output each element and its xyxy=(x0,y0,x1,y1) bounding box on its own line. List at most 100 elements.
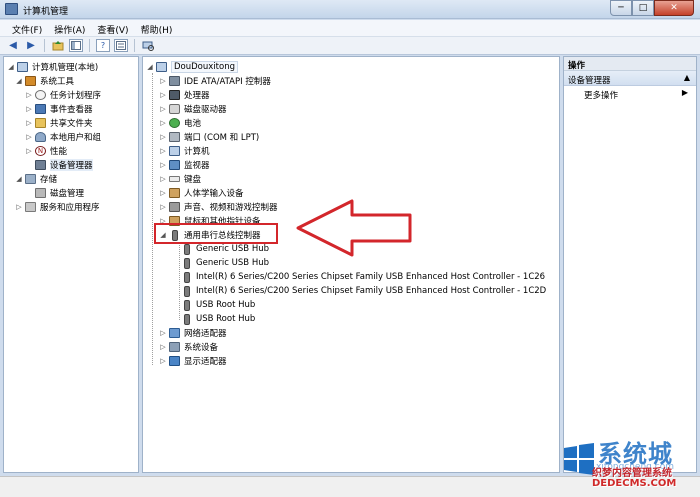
usb-device[interactable]: Intel(R) 6 Series/C200 Series Chipset Fa… xyxy=(181,284,546,298)
expand-arrow-icon[interactable]: ▷ xyxy=(159,91,167,99)
properties-icon[interactable] xyxy=(114,39,128,52)
device-category[interactable]: ▷ 计算机 xyxy=(159,144,210,158)
collapse-caret-icon[interactable]: ▲ xyxy=(684,73,690,82)
device-category-label: 声音、视频和游戏控制器 xyxy=(184,203,278,213)
processor-icon xyxy=(169,90,180,100)
tree-item-services-applications[interactable]: ▷ 服务和应用程序 xyxy=(15,200,100,214)
tree-item-label: 计算机管理(本地) xyxy=(32,63,99,73)
keyboard-icon xyxy=(169,176,180,182)
expand-arrow-icon[interactable]: ▷ xyxy=(25,133,33,141)
tree-item-local-users-groups[interactable]: ▷ 本地用户和组 xyxy=(25,130,101,144)
tree-item-label: 性能 xyxy=(50,147,68,157)
tree-item-event-viewer[interactable]: ▷ 事件查看器 xyxy=(25,102,93,116)
watermark-line: DEDECMS.COM xyxy=(592,478,677,489)
menu-view[interactable]: 查看(V) xyxy=(91,20,134,36)
more-actions-item[interactable]: 更多操作 ▶ xyxy=(564,86,696,101)
usb-icon xyxy=(184,243,190,255)
tree-item-performance[interactable]: ▷ N 性能 xyxy=(25,144,67,158)
device-category-label: 端口 (COM 和 LPT) xyxy=(184,133,260,143)
tree-item-storage[interactable]: ◢ 存储 xyxy=(15,172,57,186)
collapse-arrow-icon[interactable]: ◢ xyxy=(7,63,15,71)
device-category[interactable]: ▷ 磁盘驱动器 xyxy=(159,102,227,116)
expand-arrow-icon[interactable]: ▷ xyxy=(159,357,167,365)
device-category[interactable]: ▷ IDE ATA/ATAPI 控制器 xyxy=(159,74,271,88)
expand-arrow-icon[interactable]: ▷ xyxy=(15,203,23,211)
help-icon[interactable]: ? xyxy=(96,39,110,52)
device-tree-pane: ◢ DouDouxitong ▷ IDE ATA/ATAPI 控制器 ▷ 处理器… xyxy=(142,56,560,473)
up-folder-icon[interactable] xyxy=(51,39,65,52)
device-category[interactable]: ▷ 键盘 xyxy=(159,172,201,186)
expand-arrow-icon[interactable]: ▷ xyxy=(25,91,33,99)
expand-arrow-icon[interactable]: ▷ xyxy=(159,175,167,183)
expand-arrow-icon[interactable]: ▷ xyxy=(159,77,167,85)
usb-device[interactable]: USB Root Hub xyxy=(181,312,255,326)
tree-item-task-scheduler[interactable]: ▷ 任务计划程序 xyxy=(25,88,101,102)
watermark-line: 织梦内容管理系统 xyxy=(592,468,672,479)
toolbar-separator xyxy=(44,39,45,52)
device-category[interactable]: ▷ 电池 xyxy=(159,116,201,130)
device-category[interactable]: ▷ 端口 (COM 和 LPT) xyxy=(159,130,259,144)
expand-arrow-icon[interactable]: ▷ xyxy=(159,133,167,141)
expand-arrow-icon[interactable]: ▷ xyxy=(159,189,167,197)
expand-arrow-icon[interactable]: ▷ xyxy=(25,147,33,155)
window-controls: ─ □ ✕ xyxy=(610,0,694,17)
expand-arrow-icon[interactable]: ▷ xyxy=(159,161,167,169)
tree-item-computer-management[interactable]: ◢ 计算机管理(本地) xyxy=(7,60,98,74)
expand-arrow-icon[interactable]: ▷ xyxy=(159,343,167,351)
computer-icon xyxy=(156,62,167,72)
device-category[interactable]: ▷ 声音、视频和游戏控制器 xyxy=(159,200,278,214)
clock-icon xyxy=(35,90,46,100)
services-icon xyxy=(25,202,36,212)
tree-item-shared-folders[interactable]: ▷ 共享文件夹 xyxy=(25,116,93,130)
close-button[interactable]: ✕ xyxy=(654,0,694,16)
menu-action[interactable]: 操作(A) xyxy=(48,20,91,36)
usb-device[interactable]: Intel(R) 6 Series/C200 Series Chipset Fa… xyxy=(181,270,545,284)
maximize-button[interactable]: □ xyxy=(632,0,654,16)
menu-help[interactable]: 帮助(H) xyxy=(135,20,179,36)
actions-section-device-manager[interactable]: 设备管理器 ▲ xyxy=(564,71,696,86)
device-category-label: 磁盘驱动器 xyxy=(184,105,227,115)
expand-arrow-icon[interactable]: ▷ xyxy=(159,329,167,337)
tree-item-device-manager[interactable]: 设备管理器 xyxy=(25,158,93,172)
expand-arrow-icon[interactable]: ▷ xyxy=(159,147,167,155)
expand-arrow-icon[interactable]: ▷ xyxy=(25,119,33,127)
usb-device[interactable]: Generic USB Hub xyxy=(181,256,269,270)
show-hide-tree-icon[interactable] xyxy=(69,39,83,52)
expand-arrow-icon[interactable]: ▷ xyxy=(159,203,167,211)
tree-item-system-tools[interactable]: ◢ 系统工具 xyxy=(15,74,74,88)
usb-device[interactable]: USB Root Hub xyxy=(181,298,255,312)
device-category[interactable]: ▷ 系统设备 xyxy=(159,340,218,354)
expand-arrow-icon[interactable]: ▷ xyxy=(25,105,33,113)
expand-arrow-icon[interactable]: ▷ xyxy=(159,119,167,127)
collapse-arrow-icon[interactable]: ◢ xyxy=(146,63,154,71)
tree-item-label: 服务和应用程序 xyxy=(40,203,100,213)
display-adapter-icon xyxy=(169,356,180,366)
actions-section-label: 设备管理器 xyxy=(568,76,611,86)
device-category[interactable]: ▷ 显示适配器 xyxy=(159,354,227,368)
back-arrow-icon[interactable]: ◀ xyxy=(6,39,20,52)
device-tree-root[interactable]: ◢ DouDouxitong xyxy=(146,60,238,74)
usb-device-label: Generic USB Hub xyxy=(196,244,269,254)
collapse-arrow-icon[interactable]: ◢ xyxy=(15,175,23,183)
forward-arrow-icon[interactable]: ▶ xyxy=(24,39,38,52)
device-category-label: 计算机 xyxy=(184,147,210,157)
system-devices-icon xyxy=(169,342,180,352)
tree-item-label: 事件查看器 xyxy=(50,105,93,115)
device-category[interactable]: ▷ 处理器 xyxy=(159,88,210,102)
expand-arrow-icon[interactable]: ▷ xyxy=(159,105,167,113)
usb-device[interactable]: Generic USB Hub xyxy=(181,242,269,256)
storage-icon xyxy=(25,174,36,184)
device-category[interactable]: ▷ 人体学输入设备 xyxy=(159,186,244,200)
usb-icon xyxy=(184,285,190,297)
port-icon xyxy=(169,132,180,142)
users-icon xyxy=(35,132,46,142)
collapse-arrow-icon[interactable]: ◢ xyxy=(15,77,23,85)
device-category-label: 人体学输入设备 xyxy=(184,189,244,199)
device-category-label: 处理器 xyxy=(184,91,210,101)
menu-file[interactable]: 文件(F) xyxy=(6,20,48,36)
device-category[interactable]: ▷ 网络适配器 xyxy=(159,326,227,340)
scan-hardware-icon[interactable] xyxy=(141,39,155,52)
tree-item-disk-management[interactable]: 磁盘管理 xyxy=(25,186,84,200)
minimize-button[interactable]: ─ xyxy=(610,0,632,16)
device-category[interactable]: ▷ 监视器 xyxy=(159,158,210,172)
